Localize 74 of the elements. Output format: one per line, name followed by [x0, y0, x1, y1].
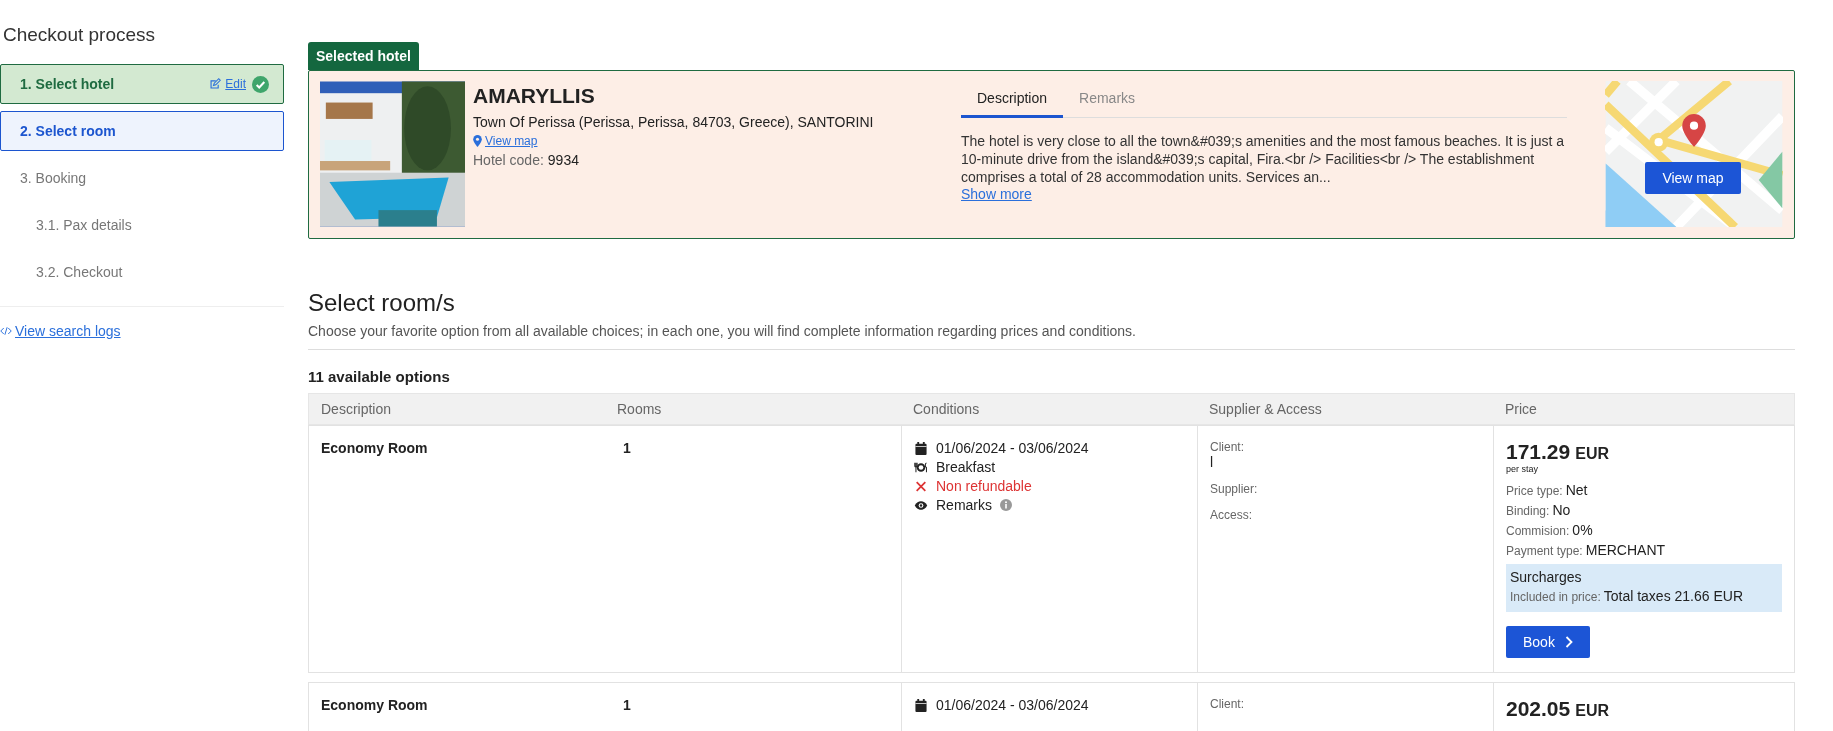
- step-label: 3.2. Checkout: [36, 264, 123, 280]
- supplier-label: Access:: [1210, 508, 1253, 522]
- supplier-label: Supplier:: [1210, 482, 1259, 496]
- price-note: per stay: [1506, 464, 1539, 474]
- edit-link[interactable]: Edit: [225, 77, 246, 91]
- surcharge-label: Included in price:: [1510, 590, 1601, 604]
- check-icon: [252, 75, 269, 93]
- location-pin-icon: [473, 135, 482, 147]
- description-text: The hotel is very close to all the town&#039;s amenities and the most famous beaches. It is just a 10-minute drive from the island&#039;s capital, Fira.<br /> Facilities<br /> The establishment comprises a total of 28 accommodation units. Services an...: [961, 132, 1566, 186]
- supplier-label: Client:: [1210, 440, 1245, 454]
- supplier-value: l: [1210, 454, 1215, 470]
- price-amount: 202.05: [1506, 697, 1571, 721]
- show-more-link[interactable]: Show more: [961, 186, 1032, 202]
- room-count: 1: [623, 697, 632, 713]
- step-label: 3.1. Pax details: [36, 217, 132, 233]
- room-name: Economy Room: [321, 697, 429, 713]
- view-map-button[interactable]: View map: [1645, 162, 1741, 194]
- condition-text: 01/06/2024 - 03/06/2024: [936, 697, 1089, 713]
- room-count: 1: [623, 440, 632, 456]
- step-item[interactable]: 3.2. Checkout: [0, 252, 284, 292]
- hotel-address: Town Of Perissa (Perissa, Perissa, 84703, Greece), SANTORINI: [473, 114, 875, 130]
- price-amount: 171.29: [1506, 440, 1571, 464]
- price-currency: EUR: [1575, 702, 1609, 720]
- selected-hotel-badge: Selected hotel: [308, 42, 419, 70]
- hotel-code-label: Hotel code:: [473, 152, 544, 168]
- price-currency: EUR: [1575, 445, 1609, 463]
- step-item[interactable]: 1. Select hotel Edit: [0, 64, 284, 104]
- step-label: 3. Booking: [20, 170, 87, 186]
- detail-label: Payment type:: [1506, 544, 1583, 558]
- search-logs-link[interactable]: View search logs: [15, 323, 121, 339]
- column-header: Description: [320, 400, 393, 419]
- detail-label: Price type:: [1506, 484, 1563, 498]
- condition-text: Non refundable: [936, 478, 1032, 494]
- view-map-link[interactable]: View map: [485, 134, 538, 148]
- options-count: 11 available options: [308, 368, 451, 385]
- detail-value: Net: [1565, 482, 1588, 498]
- step-item[interactable]: 2. Select room: [0, 111, 284, 151]
- section-title: Select room/s: [308, 289, 456, 317]
- step-label: 2. Select room: [20, 123, 116, 139]
- detail-value: MERCHANT: [1585, 542, 1666, 558]
- column-header: Supplier & Access: [1208, 400, 1323, 419]
- chevron-right-icon: [1564, 636, 1573, 648]
- detail-label: Commision:: [1506, 524, 1570, 538]
- supplier-label: Client:: [1210, 697, 1245, 711]
- section-subtitle: Choose your favorite option from all available choices; in each one, you will find complete information regarding prices and conditions.: [308, 323, 1137, 339]
- info-icon: [1000, 499, 1012, 511]
- column-header: Conditions: [912, 400, 981, 419]
- room-name: Economy Room: [321, 440, 429, 456]
- calendar-icon: [914, 441, 928, 455]
- detail-value: No: [1552, 502, 1571, 518]
- step-item[interactable]: 3. Booking: [0, 158, 284, 198]
- step-item[interactable]: 3.1. Pax details: [0, 205, 284, 245]
- book-button[interactable]: Book: [1506, 626, 1590, 658]
- detail-value: 0%: [1572, 522, 1593, 538]
- condition-text: Remarks: [936, 497, 992, 513]
- step-label: 1. Select hotel: [20, 76, 115, 92]
- edit-icon: [209, 78, 222, 90]
- surcharge-value: Total taxes 21.66 EUR: [1603, 588, 1744, 604]
- eye-icon: [914, 498, 928, 512]
- sidebar-title: Checkout process: [3, 24, 157, 46]
- condition-text: 01/06/2024 - 03/06/2024: [936, 440, 1089, 456]
- hotel-code: 9934: [547, 152, 579, 168]
- code-icon: [0, 325, 12, 337]
- column-header: Price: [1504, 400, 1538, 419]
- hotel-name: AMARYLLIS: [473, 84, 596, 108]
- column-header: Rooms: [616, 400, 663, 419]
- calendar-icon: [914, 698, 928, 712]
- tab[interactable]: Description: [961, 84, 1064, 118]
- tab[interactable]: Remarks: [1063, 84, 1152, 118]
- close-icon: [914, 479, 928, 493]
- condition-text: Breakfast: [936, 459, 996, 475]
- plate-cutlery-icon: [914, 460, 928, 474]
- surcharges-title: Surcharges: [1510, 569, 1583, 585]
- detail-label: Binding:: [1506, 504, 1550, 518]
